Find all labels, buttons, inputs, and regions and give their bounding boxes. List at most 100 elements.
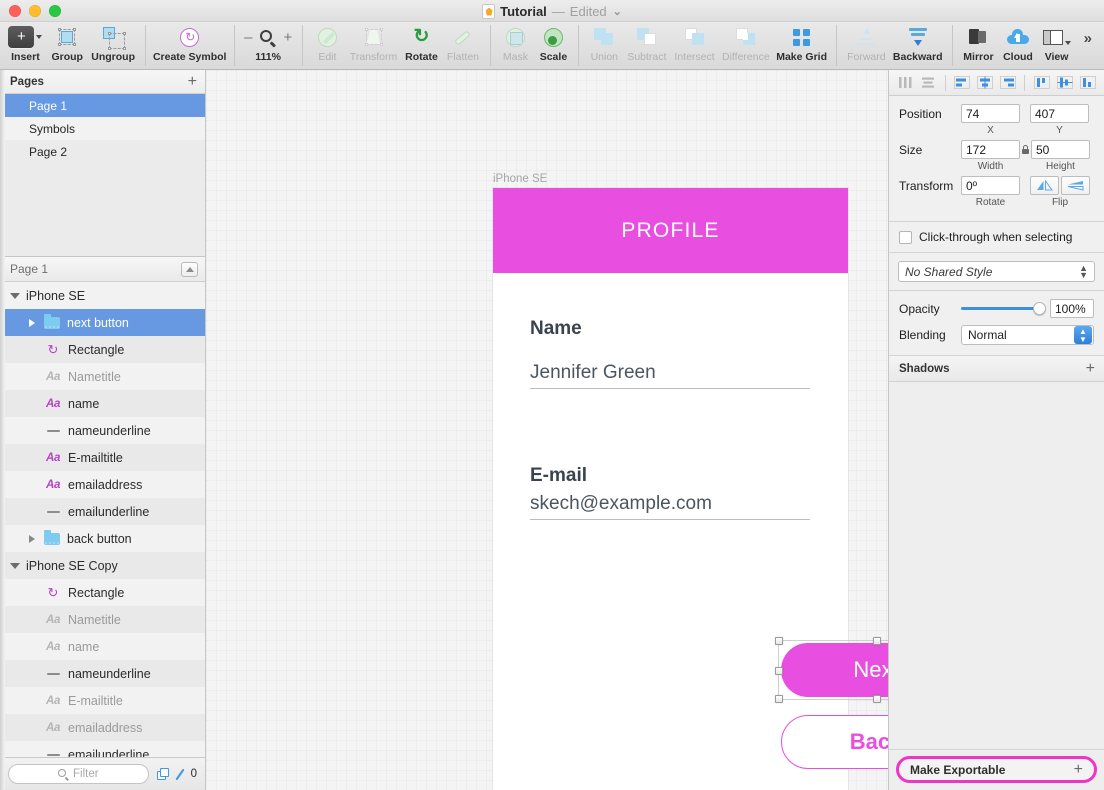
toolbar-edit[interactable]: Edit — [308, 22, 346, 69]
chevron-down-icon[interactable] — [10, 292, 20, 299]
collapse-layers-button[interactable] — [181, 261, 198, 277]
position-y-input[interactable] — [1030, 104, 1089, 123]
email-label[interactable]: E-mail — [530, 465, 810, 487]
align-vertical-center-icon[interactable] — [1054, 74, 1075, 92]
artboard-label[interactable]: iPhone SE — [493, 173, 547, 185]
toolbar-insert[interactable]: + Insert — [4, 22, 47, 69]
design-canvas[interactable]: iPhone SE PROFILE Name Jennifer Green E-… — [206, 70, 888, 790]
artboard-iphone-se[interactable]: PROFILE Name Jennifer Green E-mail skech… — [493, 188, 888, 790]
align-top-icon[interactable] — [1031, 74, 1052, 92]
width-input[interactable] — [961, 140, 1020, 159]
layer-row[interactable]: emailunderline — [0, 741, 205, 757]
align-left-icon[interactable] — [952, 74, 973, 92]
layer-row[interactable]: Aa E-mailtitle — [0, 687, 205, 714]
toolbar-flatten[interactable]: Flatten — [442, 22, 483, 69]
layer-row[interactable]: Aa Nametitle — [0, 363, 205, 390]
name-underline[interactable] — [530, 388, 810, 389]
shared-style-select[interactable]: No Shared Style ▲ ▼ — [898, 261, 1095, 282]
position-x-input[interactable] — [961, 104, 1020, 123]
lock-open-icon[interactable] — [1020, 145, 1031, 154]
chevron-down-icon[interactable] — [10, 562, 20, 569]
align-horizontal-center-icon[interactable] — [975, 74, 996, 92]
toolbar-overflow-button[interactable]: » — [1076, 22, 1100, 69]
opacity-input[interactable] — [1050, 299, 1094, 318]
page-item-page-2[interactable]: Page 2 — [0, 140, 205, 163]
profile-header-bar[interactable]: PROFILE — [493, 188, 848, 273]
blending-select[interactable]: Normal ▲ ▼ — [961, 325, 1094, 345]
layer-row[interactable]: nameunderline — [0, 660, 205, 687]
toolbar-difference-label: Difference — [722, 51, 770, 63]
opacity-slider-knob[interactable] — [1033, 302, 1046, 315]
toolbar-zoom[interactable]: – + 111% — [241, 22, 296, 69]
toolbar-subtract[interactable]: Subtract — [623, 22, 670, 69]
align-right-icon[interactable] — [998, 74, 1019, 92]
resize-handle-bottom-center[interactable] — [873, 695, 881, 703]
chevron-down-icon[interactable]: ⌄ — [613, 5, 622, 18]
resize-handle-bottom-left[interactable] — [775, 695, 783, 703]
layer-row[interactable]: Aa name — [0, 633, 205, 660]
pencil-icon[interactable] — [174, 768, 186, 780]
toolbar-union[interactable]: Union — [585, 22, 623, 69]
chevron-right-icon[interactable] — [27, 318, 37, 327]
toolbar-create-symbol[interactable]: ↻ Create Symbol — [152, 22, 228, 69]
toolbar-backward[interactable]: Backward — [890, 22, 946, 69]
layer-row[interactable]: Aa emailaddress — [0, 714, 205, 741]
add-page-button[interactable]: + — [188, 73, 197, 89]
duplicate-icon[interactable] — [156, 768, 169, 780]
click-through-row[interactable]: Click-through when selecting — [889, 222, 1104, 253]
toolbar-intersect[interactable]: Intersect — [670, 22, 718, 69]
layer-row[interactable]: iPhone SE — [0, 282, 205, 309]
layer-row[interactable]: Aa Nametitle — [0, 606, 205, 633]
zoom-out-icon[interactable]: – — [244, 29, 252, 46]
resize-handle-middle-left[interactable] — [775, 667, 783, 675]
email-underline[interactable] — [530, 519, 810, 520]
toolbar-mirror[interactable]: Mirror — [959, 22, 999, 69]
search-input[interactable]: Filter — [8, 764, 149, 784]
toolbar-group-label: Group — [51, 51, 83, 63]
distribute-horizontally-icon[interactable] — [895, 74, 916, 92]
toolbar-ungroup[interactable]: Ungroup — [88, 22, 139, 69]
toolbar-scale[interactable]: Scale — [534, 22, 572, 69]
toolbar-mask[interactable]: Mask — [496, 22, 534, 69]
chevron-right-icon[interactable] — [27, 534, 37, 543]
toolbar-cloud[interactable]: Cloud — [998, 22, 1037, 69]
toolbar-group[interactable]: Group — [47, 22, 88, 69]
rotate-input[interactable] — [961, 176, 1020, 195]
layer-row[interactable]: next button — [0, 309, 205, 336]
layer-row[interactable]: nameunderline — [0, 417, 205, 444]
layer-row[interactable]: Aa name — [0, 390, 205, 417]
layer-row[interactable]: Aa E-mailtitle — [0, 444, 205, 471]
toolbar-transform[interactable]: Transform — [346, 22, 400, 69]
add-export-icon[interactable]: + — [1074, 761, 1083, 777]
flip-vertical-button[interactable] — [1061, 176, 1090, 195]
layer-row[interactable]: emailunderline — [0, 498, 205, 525]
toolbar-make-grid[interactable]: Make Grid — [773, 22, 830, 69]
make-exportable-button[interactable]: Make Exportable + — [896, 756, 1097, 783]
resize-handle-top-center[interactable] — [873, 637, 881, 645]
align-bottom-icon[interactable] — [1077, 74, 1098, 92]
zoom-in-icon[interactable]: + — [283, 29, 292, 46]
distribute-vertically-icon[interactable] — [918, 74, 939, 92]
name-label[interactable]: Name — [530, 318, 810, 340]
toolbar-view[interactable]: View — [1038, 22, 1076, 69]
toolbar-forward[interactable]: Forward — [843, 22, 890, 69]
page-item-symbols[interactable]: Symbols — [0, 117, 205, 140]
layer-row[interactable]: ↻ Rectangle — [0, 579, 205, 606]
toolbar-difference[interactable]: Difference — [719, 22, 773, 69]
toolbar-rotate[interactable]: ↻ Rotate — [401, 22, 443, 69]
email-value[interactable]: skech@example.com — [530, 493, 810, 519]
layer-row[interactable]: Aa emailaddress — [0, 471, 205, 498]
name-value[interactable]: Jennifer Green — [530, 362, 810, 388]
layer-row[interactable]: ↻ Rectangle — [0, 336, 205, 363]
flip-horizontal-button[interactable] — [1030, 176, 1059, 195]
zoom-icon[interactable] — [260, 29, 277, 48]
page-item-page-1[interactable]: Page 1 — [0, 94, 205, 117]
layer-row[interactable]: iPhone SE Copy — [0, 552, 205, 579]
height-input[interactable] — [1031, 140, 1090, 159]
resize-handle-top-left[interactable] — [775, 637, 783, 645]
click-through-checkbox[interactable] — [899, 230, 912, 244]
back-button[interactable]: Back — [781, 715, 888, 769]
add-shadow-button[interactable]: + — [1086, 360, 1095, 376]
opacity-slider[interactable] — [961, 302, 1046, 315]
layer-row[interactable]: back button — [0, 525, 205, 552]
